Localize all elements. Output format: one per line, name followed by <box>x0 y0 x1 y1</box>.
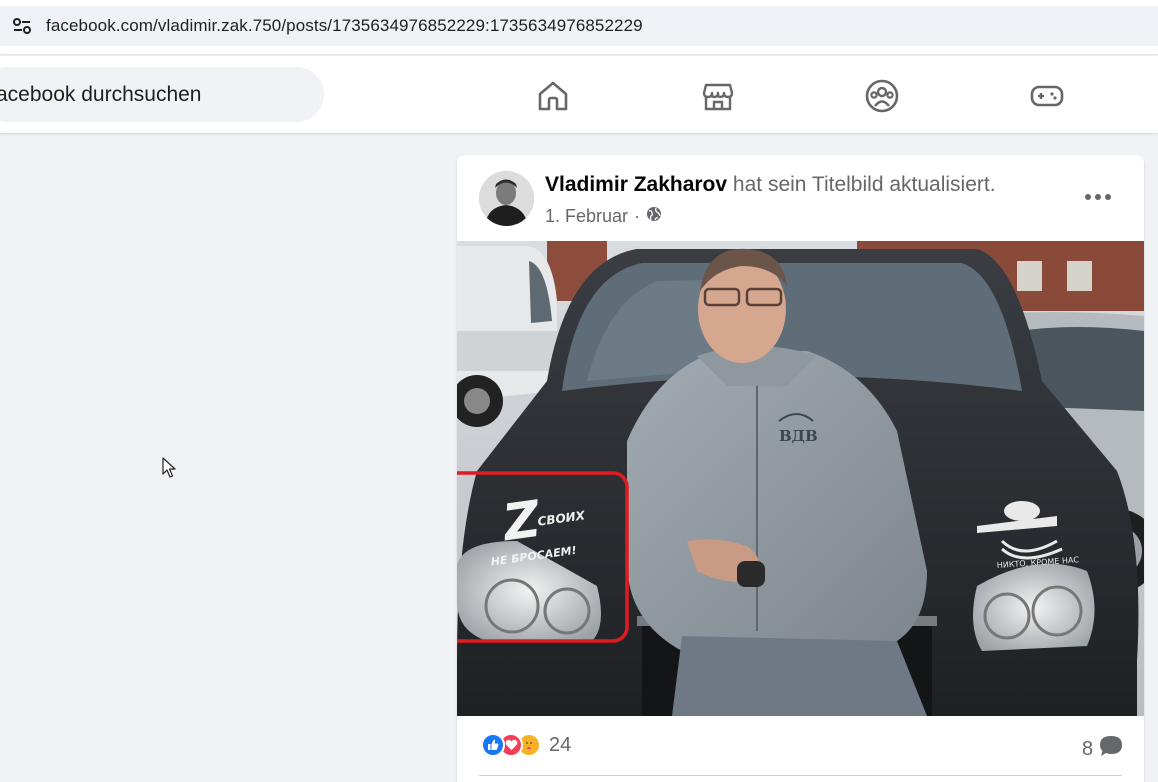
author-avatar[interactable] <box>479 171 534 226</box>
gaming-icon[interactable] <box>1027 76 1067 116</box>
post-action-text: hat sein Titelbild aktualisiert. <box>727 173 996 196</box>
browser-toolbar: facebook.com/vladimir.zak.750/posts/1735… <box>0 0 1158 55</box>
post-header: Vladimir Zakharov hat sein Titelbild akt… <box>545 173 996 197</box>
reaction-count[interactable]: 24 <box>549 734 571 757</box>
facebook-top-nav: acebook durchsuchen <box>0 56 1158 133</box>
comment-bubble-icon <box>1099 735 1123 763</box>
comment-summary[interactable]: 8 <box>1082 735 1123 763</box>
author-name[interactable]: Vladimir Zakharov <box>545 173 727 196</box>
home-icon[interactable] <box>533 76 573 116</box>
marketplace-icon[interactable] <box>698 76 738 116</box>
tune-icon[interactable] <box>12 16 32 36</box>
post-meta: 1. Februar · <box>545 206 662 227</box>
post-date[interactable]: 1. Februar <box>545 206 628 227</box>
post-photo[interactable]: Z СВОИХ НЕ БРОСАЕМ! НИКТО, КРОМЕ НАС ВДВ <box>457 241 1144 716</box>
globe-icon <box>646 206 662 227</box>
groups-icon[interactable] <box>862 76 902 116</box>
post-card: Vladimir Zakharov hat sein Titelbild akt… <box>457 155 1144 782</box>
search-input[interactable]: acebook durchsuchen <box>0 67 324 122</box>
address-bar[interactable]: facebook.com/vladimir.zak.750/posts/1735… <box>0 6 1158 46</box>
post-divider <box>479 775 1122 776</box>
more-options-icon[interactable] <box>1081 185 1115 209</box>
url-text[interactable]: facebook.com/vladimir.zak.750/posts/1735… <box>46 16 643 36</box>
meta-separator: · <box>634 206 641 226</box>
reaction-summary[interactable]: 24 <box>481 733 571 757</box>
search-placeholder: acebook durchsuchen <box>0 83 202 106</box>
like-reaction-icon <box>481 733 505 757</box>
comment-count: 8 <box>1082 737 1094 760</box>
hoodie-emblem-text: ВДВ <box>779 427 818 445</box>
mouse-cursor <box>162 457 178 479</box>
